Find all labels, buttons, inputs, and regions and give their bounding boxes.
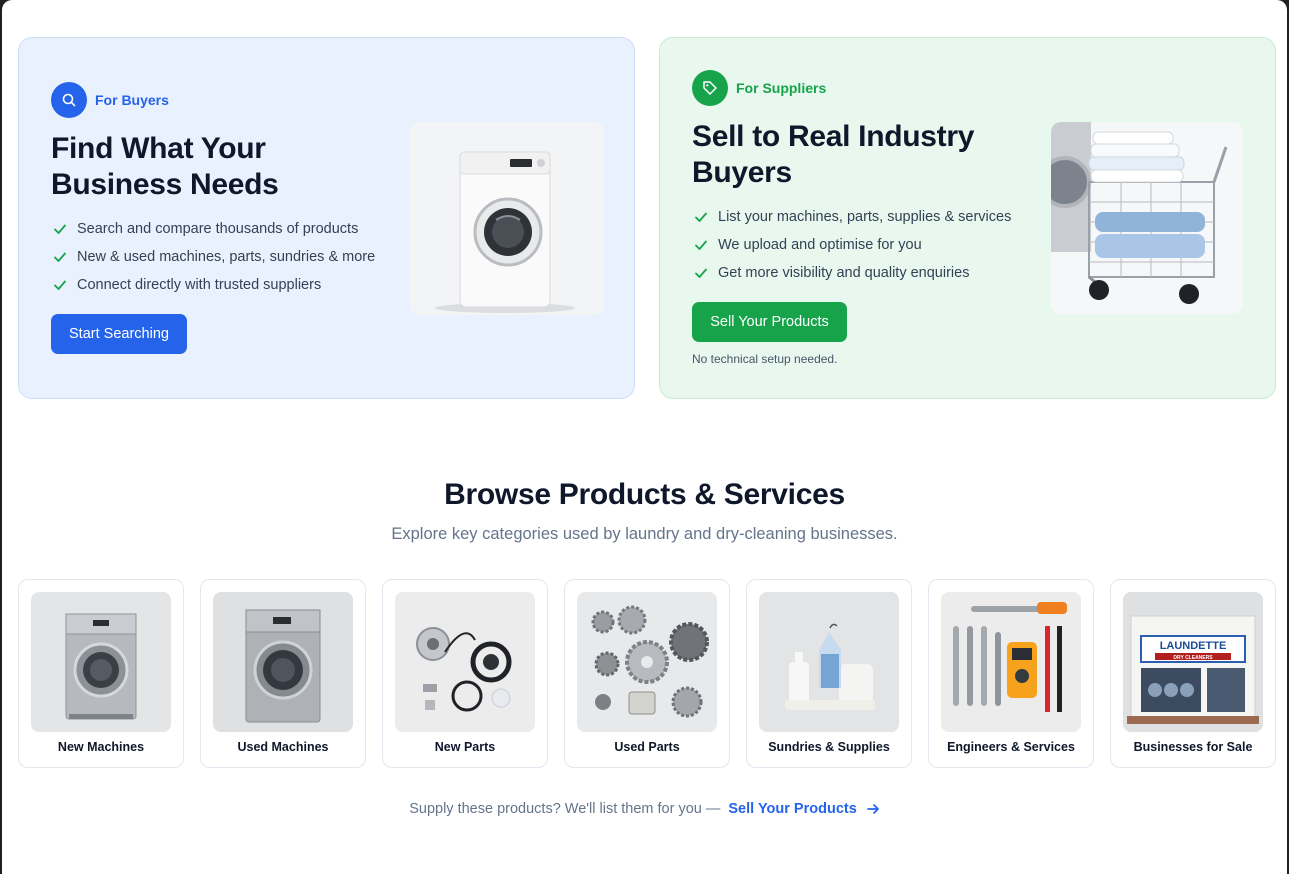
browse-subtitle: Explore key categories used by laundry a… [391, 525, 898, 543]
businesses-for-sale-image: LAUNDETTE DRY CLEANERS [1123, 592, 1263, 732]
check-icon [53, 278, 67, 292]
buyers-point-3: Connect directly with trusted suppliers [77, 277, 322, 293]
buyers-badge-label: For Buyers [95, 92, 169, 108]
sell-your-products-link[interactable]: Sell Your Products [728, 801, 879, 817]
no-setup-note: No technical setup needed. [692, 352, 838, 366]
category-new-machines[interactable]: New Machines [18, 579, 184, 768]
category-label: Businesses for Sale [1133, 740, 1253, 754]
arrow-right-icon [866, 804, 879, 814]
tag-icon [692, 70, 728, 106]
buyers-title: Find What Your Business Needs [51, 131, 279, 203]
laundry-cart-image [1051, 122, 1243, 314]
page: For Buyers Find What Your Business Needs… [2, 0, 1287, 874]
category-businesses-for-sale[interactable]: LAUNDETTE DRY CLEANERS Businesses for Sa… [1110, 579, 1276, 768]
suppliers-title-line1: Sell to Real Industry [692, 120, 975, 153]
category-label: New Parts [434, 740, 496, 754]
category-label: New Machines [57, 740, 145, 754]
sundries-supplies-image [759, 592, 899, 732]
category-sundries-supplies[interactable]: Sundries & Supplies [746, 579, 912, 768]
used-parts-image [577, 592, 717, 732]
sell-your-products-button[interactable]: Sell Your Products [692, 302, 847, 342]
supplier-prompt-text: Supply these products? We'll list them f… [409, 801, 721, 817]
washing-machine-image [410, 122, 604, 315]
used-machines-image [213, 592, 353, 732]
category-new-parts[interactable]: New Parts [382, 579, 548, 768]
buyers-card: For Buyers Find What Your Business Needs… [18, 37, 635, 399]
check-icon [694, 266, 708, 280]
category-label: Engineers & Services [947, 740, 1075, 754]
shop-subsign-text: DRY CLEANERS [1173, 655, 1213, 661]
suppliers-point-1: List your machines, parts, supplies & se… [718, 209, 1012, 225]
browse-title: Browse Products & Services [444, 478, 845, 511]
list-item: Search and compare thousands of products [53, 215, 375, 243]
check-icon [694, 210, 708, 224]
new-machines-image [31, 592, 171, 732]
list-item: New & used machines, parts, sundries & m… [53, 243, 375, 271]
category-label: Used Machines [237, 740, 329, 754]
buyers-title-line2: Business Needs [51, 168, 279, 201]
suppliers-title-line2: Buyers [692, 156, 792, 189]
list-item: Get more visibility and quality enquirie… [694, 259, 1011, 287]
category-label: Sundries & Supplies [768, 740, 890, 754]
buyers-checklist: Search and compare thousands of products… [53, 215, 375, 299]
new-parts-image [395, 592, 535, 732]
category-used-machines[interactable]: Used Machines [200, 579, 366, 768]
check-icon [53, 222, 67, 236]
suppliers-point-3: Get more visibility and quality enquirie… [718, 265, 970, 281]
category-used-parts[interactable]: Used Parts [564, 579, 730, 768]
supplier-prompt: Supply these products? We'll list them f… [2, 801, 1287, 817]
check-icon [694, 238, 708, 252]
search-icon [51, 82, 87, 118]
sell-your-products-link-label: Sell Your Products [728, 801, 857, 817]
category-engineers-services[interactable]: Engineers & Services [928, 579, 1094, 768]
suppliers-point-2: We upload and optimise for you [718, 237, 922, 253]
check-icon [53, 250, 67, 264]
suppliers-title: Sell to Real Industry Buyers [692, 119, 974, 191]
suppliers-card: For Suppliers Sell to Real Industry Buye… [659, 37, 1276, 399]
category-label: Used Parts [614, 740, 680, 754]
start-searching-button[interactable]: Start Searching [51, 314, 187, 354]
buyers-point-2: New & used machines, parts, sundries & m… [77, 249, 376, 265]
buyers-badge: For Buyers [51, 82, 169, 118]
list-item: We upload and optimise for you [694, 231, 1011, 259]
buyers-point-1: Search and compare thousands of products [77, 221, 359, 237]
engineers-services-image [941, 592, 1081, 732]
suppliers-checklist: List your machines, parts, supplies & se… [694, 203, 1011, 287]
suppliers-badge: For Suppliers [692, 70, 826, 106]
shop-sign-text: LAUNDETTE [1160, 640, 1227, 652]
list-item: List your machines, parts, supplies & se… [694, 203, 1011, 231]
buyers-title-line1: Find What Your [51, 132, 266, 165]
suppliers-badge-label: For Suppliers [736, 80, 827, 96]
list-item: Connect directly with trusted suppliers [53, 271, 375, 299]
